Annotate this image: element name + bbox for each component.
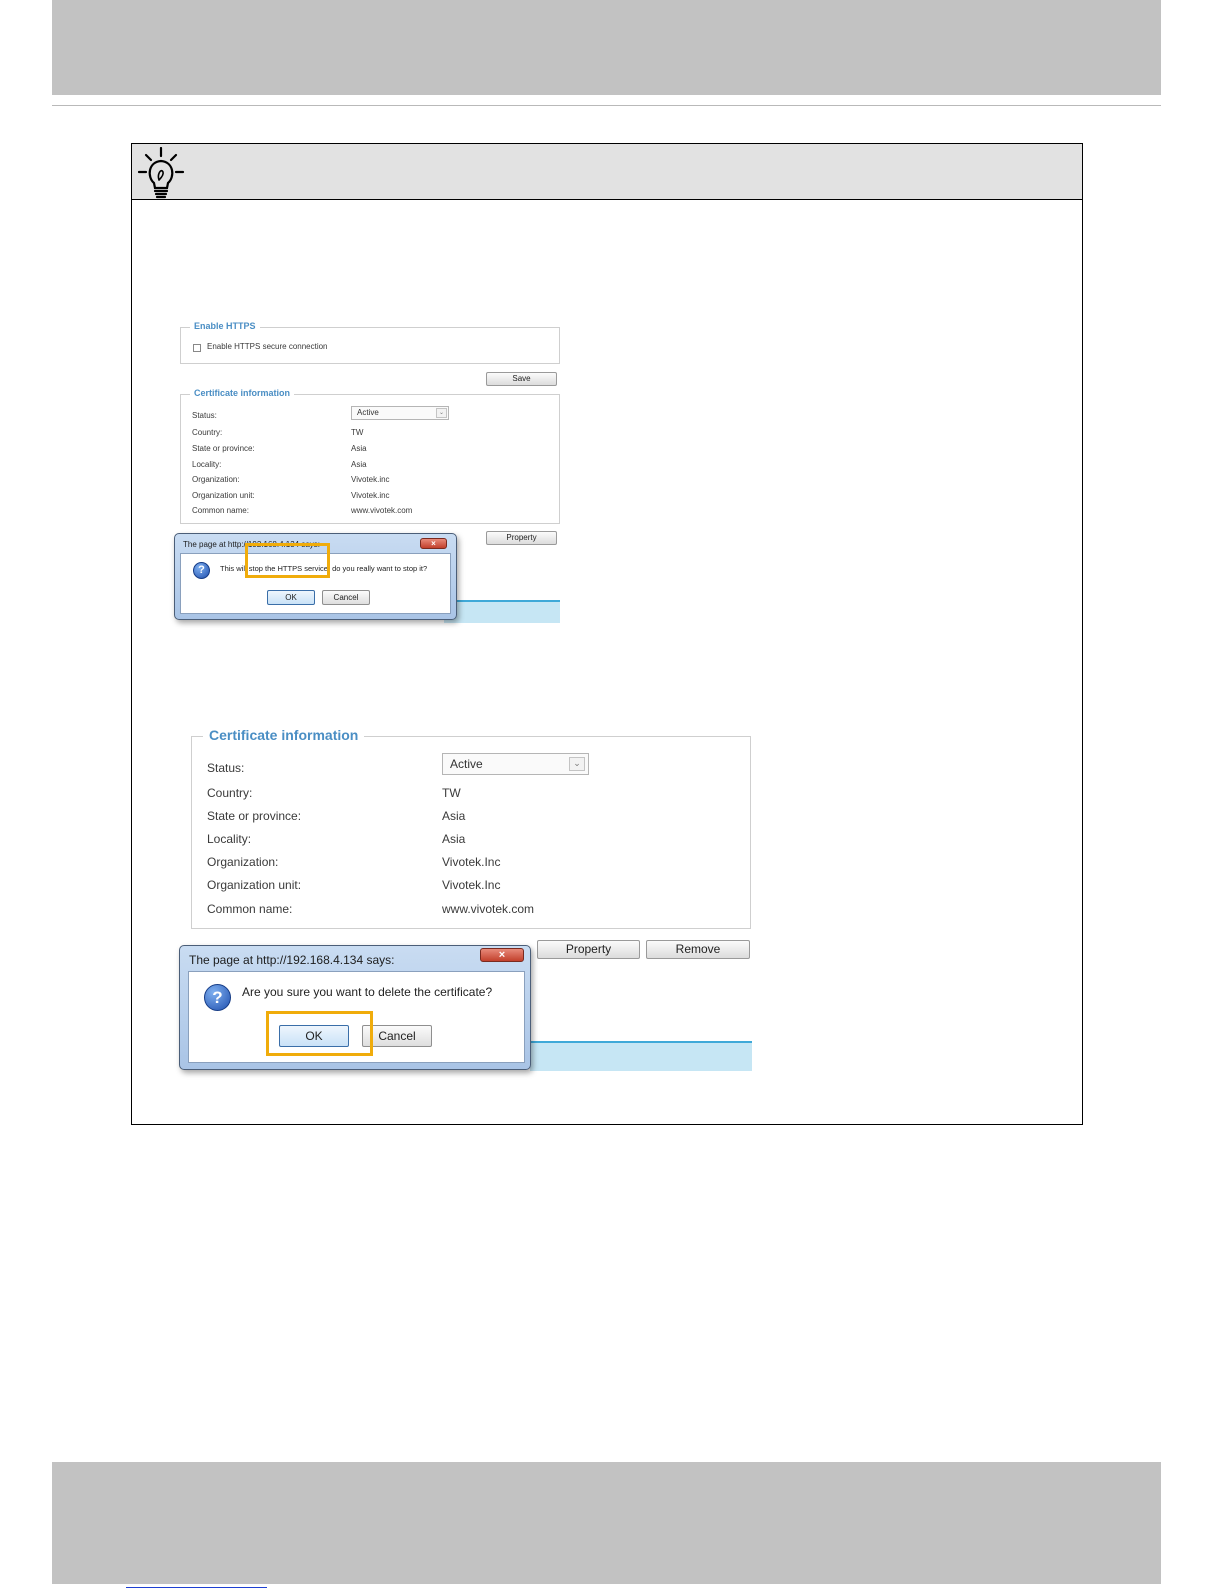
common-name-label: Common name: xyxy=(192,506,249,515)
status-value: Active xyxy=(357,408,379,417)
chevron-down-icon: ⌄ xyxy=(569,757,585,771)
country-label: Country: xyxy=(192,428,223,437)
https-screenshot: Enable HTTPS Enable HTTPS secure connect… xyxy=(174,321,560,623)
fieldset-legend: Certificate information xyxy=(203,727,365,743)
tip-box: Enable HTTPS Enable HTTPS secure connect… xyxy=(131,143,1083,1125)
state-value: Asia xyxy=(442,809,466,823)
status-label: Status: xyxy=(192,411,217,420)
status-value: Active xyxy=(450,757,483,771)
dialog-message: Are you sure you want to delete the cert… xyxy=(242,985,493,999)
chevron-down-icon: ⌄ xyxy=(436,408,447,418)
header-divider xyxy=(52,105,1161,106)
fieldset-legend: Certificate information xyxy=(190,388,295,398)
ok-highlight-frame xyxy=(266,1011,373,1056)
certificate-fieldset: Certificate information Status: Active ⌄… xyxy=(180,388,560,524)
country-value: TW xyxy=(442,786,461,800)
fieldset-legend: Enable HTTPS xyxy=(190,321,260,331)
organization-label: Organization: xyxy=(207,855,279,869)
ok-button[interactable]: OK xyxy=(267,590,315,605)
property-button[interactable]: Property xyxy=(537,940,640,959)
common-name-value: www.vivotek.com xyxy=(351,506,413,515)
ok-highlight-frame xyxy=(245,543,330,578)
organization-value: Vivotek.inc xyxy=(351,475,390,484)
status-select[interactable]: Active ⌄ xyxy=(351,406,449,420)
cancel-button[interactable]: Cancel xyxy=(322,590,370,605)
page-bottom-strip xyxy=(530,1041,752,1071)
country-value: TW xyxy=(351,428,364,437)
status-label: Status: xyxy=(207,761,245,775)
lightbulb-icon xyxy=(137,147,185,199)
state-label: State or province: xyxy=(192,444,255,453)
organization-unit-value: Vivotek.Inc xyxy=(442,878,501,892)
locality-value: Asia xyxy=(442,832,466,846)
question-icon: ? xyxy=(193,562,210,579)
question-icon: ? xyxy=(204,984,231,1011)
https-checkbox[interactable] xyxy=(193,344,201,352)
property-button[interactable]: Property xyxy=(486,531,557,545)
organization-value: Vivotek.Inc xyxy=(442,855,501,869)
page-bottom-strip xyxy=(444,600,560,623)
dialog-title: The page at http://192.168.4.134 says: xyxy=(189,953,395,967)
close-icon[interactable]: × xyxy=(480,948,524,962)
page-footer-band xyxy=(52,1462,1161,1584)
locality-value: Asia xyxy=(351,460,367,469)
enable-https-fieldset: Enable HTTPS Enable HTTPS secure connect… xyxy=(180,321,560,364)
save-button[interactable]: Save xyxy=(486,372,557,386)
state-label: State or province: xyxy=(207,809,302,823)
page-header-band xyxy=(52,0,1161,95)
locality-label: Locality: xyxy=(207,832,252,846)
remove-certificate-screenshot: Certificate information Status: Active ⌄… xyxy=(178,727,754,1073)
common-name-label: Common name: xyxy=(207,902,293,916)
organization-label: Organization: xyxy=(192,475,240,484)
organization-unit-value: Vivotek.inc xyxy=(351,491,390,500)
organization-unit-label: Organization unit: xyxy=(207,878,302,892)
organization-unit-label: Organization unit: xyxy=(192,491,255,500)
common-name-value: www.vivotek.com xyxy=(442,902,535,916)
state-value: Asia xyxy=(351,444,367,453)
remove-button[interactable]: Remove xyxy=(646,940,750,959)
certificate-fieldset: Certificate information Status: Active ⌄… xyxy=(191,727,751,929)
locality-label: Locality: xyxy=(192,460,222,469)
country-label: Country: xyxy=(207,786,253,800)
status-select[interactable]: Active ⌄ xyxy=(442,753,589,775)
checkbox-label: Enable HTTPS secure connection xyxy=(207,342,328,351)
close-icon[interactable]: × xyxy=(420,538,447,549)
tip-header xyxy=(132,144,1082,200)
